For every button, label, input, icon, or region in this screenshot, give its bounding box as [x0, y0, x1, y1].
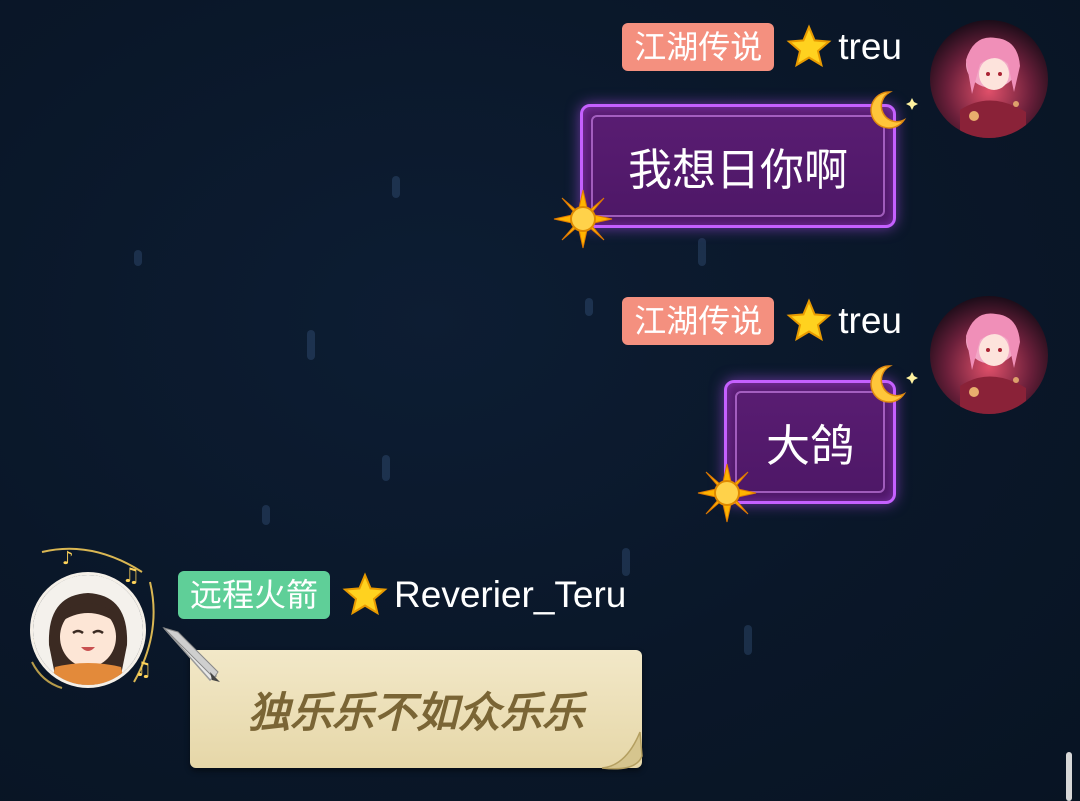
message-text: 独乐乐不如众乐乐 — [247, 687, 584, 737]
crescent-moon-icon — [870, 91, 918, 129]
star-icon — [342, 572, 388, 616]
paper-curl-decoration — [601, 731, 643, 770]
background-streak — [134, 250, 142, 266]
message-bubble[interactable]: 独乐乐不如众乐乐 — [190, 650, 642, 768]
message-header: 远程火箭 Reverier_Teru — [178, 570, 626, 620]
background-streak — [307, 330, 315, 360]
background-streak — [585, 298, 593, 316]
message-text: 我想日你啊 — [628, 145, 848, 196]
avatar[interactable] — [30, 572, 146, 688]
message-header: 江湖传说 treu — [622, 296, 902, 346]
title-badge: 远程火箭 — [178, 571, 331, 619]
quill-pen-icon — [162, 626, 220, 682]
background-streak — [382, 455, 390, 481]
scrollbar[interactable] — [1066, 752, 1072, 801]
background-streak — [744, 625, 752, 655]
sun-icon — [697, 463, 757, 523]
avatar[interactable] — [930, 296, 1048, 414]
star-icon — [786, 24, 832, 68]
svg-text:♪: ♪ — [62, 548, 74, 569]
sun-icon — [553, 189, 613, 249]
background-streak — [262, 505, 270, 525]
title-badge: 江湖传说 — [622, 23, 775, 71]
svg-text:♫: ♫ — [122, 563, 140, 587]
background-streak — [392, 176, 400, 198]
message-bubble[interactable]: 我想日你啊 — [580, 104, 896, 228]
message-header: 江湖传说 treu — [622, 22, 902, 72]
avatar[interactable] — [930, 20, 1048, 138]
username[interactable]: Reverier_Teru — [394, 574, 626, 616]
username[interactable]: treu — [838, 300, 902, 342]
star-icon — [786, 298, 832, 342]
username[interactable]: treu — [838, 26, 902, 68]
background-streak — [698, 238, 706, 266]
crescent-moon-icon — [870, 365, 918, 403]
title-badge: 江湖传说 — [622, 297, 775, 345]
